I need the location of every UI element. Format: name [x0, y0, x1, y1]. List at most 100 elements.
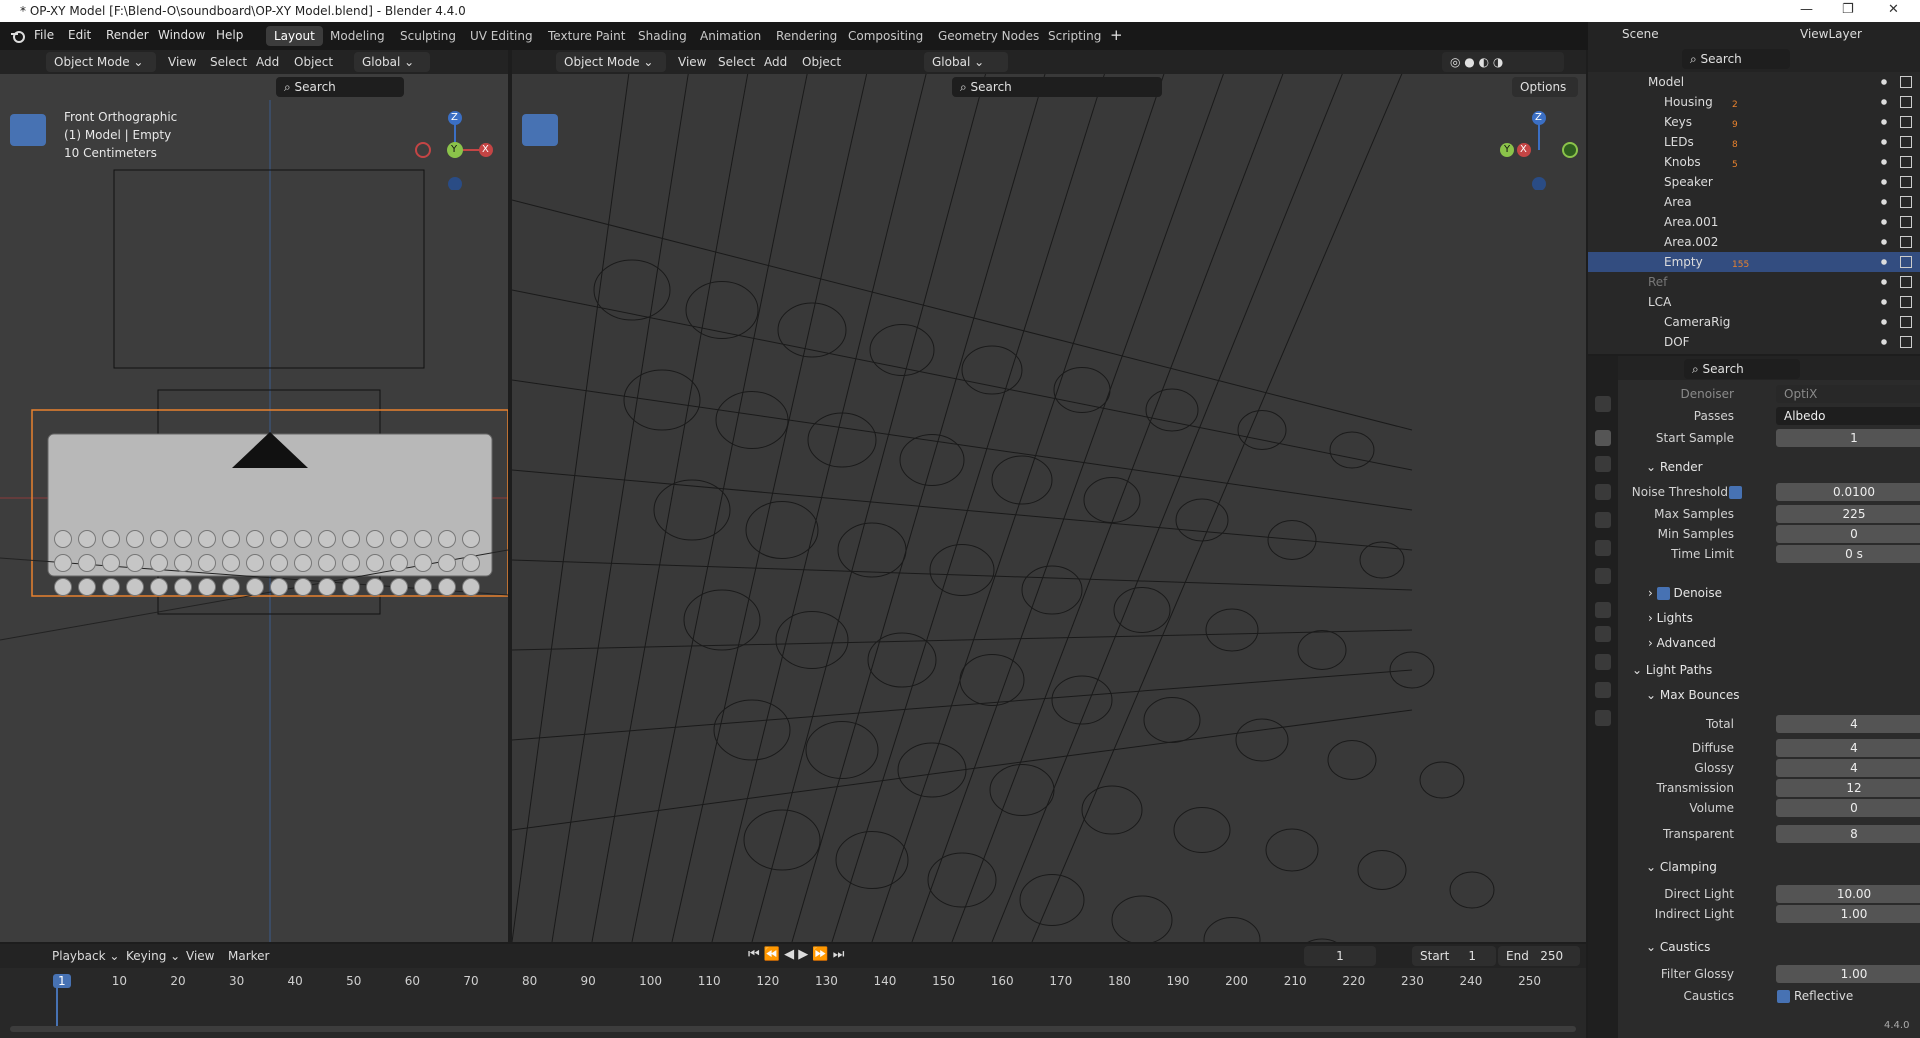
menu-keying[interactable]: Keying ⌄	[126, 949, 180, 963]
data-tab-icon[interactable]	[1595, 710, 1611, 726]
restore-icon[interactable]: ❐	[1842, 2, 1854, 17]
visibility-eye-icon[interactable]	[1878, 156, 1890, 168]
camera-view-icon[interactable]	[472, 252, 496, 276]
render-camera-icon[interactable]	[1900, 136, 1912, 148]
render-camera-icon[interactable]	[1900, 276, 1912, 288]
move-tool-right[interactable]	[522, 188, 558, 220]
min-samples-field[interactable]: 0	[1776, 525, 1920, 543]
tab-compositing[interactable]: Compositing	[840, 26, 931, 46]
visibility-eye-icon[interactable]	[1878, 116, 1890, 128]
advanced-section[interactable]: › Advanced	[1648, 636, 1716, 650]
menu-edit[interactable]: Edit	[68, 28, 91, 42]
playback-controls[interactable]: ⏮ ⏪ ◀ ▶ ⏩ ⏭	[748, 947, 844, 962]
scale-tool[interactable]	[10, 258, 46, 290]
modifiers-tab-icon[interactable]	[1595, 626, 1611, 642]
menu-object-right[interactable]: Object	[802, 55, 841, 69]
menu-playback[interactable]: Playback ⌄	[52, 949, 119, 963]
perspective-toggle-icon[interactable]	[1560, 282, 1584, 306]
select-box-tool-right[interactable]	[522, 114, 558, 146]
tab-scripting[interactable]: Scripting	[1040, 26, 1109, 46]
menu-view-right[interactable]: View	[678, 55, 706, 69]
glossy-field[interactable]: 4	[1776, 759, 1920, 777]
filter-glossy-field[interactable]: 1.00	[1776, 965, 1920, 983]
orientation-select-right[interactable]: Global ⌄	[924, 52, 1008, 72]
outliner-row[interactable]: CameraRig	[1588, 312, 1920, 332]
render-camera-icon[interactable]	[1900, 156, 1912, 168]
render-camera-icon[interactable]	[1900, 316, 1912, 328]
tab-layout[interactable]: Layout	[266, 26, 323, 46]
close-icon[interactable]: ✕	[1888, 2, 1899, 17]
transform-tool[interactable]	[10, 292, 46, 324]
render-camera-icon[interactable]	[1900, 216, 1912, 228]
tab-geometry-nodes[interactable]: Geometry Nodes	[930, 26, 1047, 46]
render-tab-icon[interactable]	[1595, 430, 1611, 446]
rotate-tool-right[interactable]	[522, 222, 558, 254]
zoom-icon-right[interactable]	[1560, 192, 1584, 216]
measure-tool[interactable]	[10, 366, 46, 398]
max-bounces-section[interactable]: ⌄ Max Bounces	[1646, 688, 1740, 702]
indirect-light-field[interactable]: 1.00	[1776, 905, 1920, 923]
start-sample-field[interactable]: 1	[1776, 429, 1920, 447]
outliner-row[interactable]: Area	[1588, 192, 1920, 212]
search-field-right[interactable]: ⌕ Search	[952, 77, 1162, 97]
physics-tab-icon[interactable]	[1595, 654, 1611, 670]
tab-rendering[interactable]: Rendering	[768, 26, 845, 46]
time-limit-field[interactable]: 0 s	[1776, 545, 1920, 563]
view-layer-selector[interactable]: ViewLayer	[1800, 27, 1862, 41]
visibility-eye-icon[interactable]	[1878, 236, 1890, 248]
menu-render[interactable]: Render	[106, 28, 149, 42]
render-camera-icon[interactable]	[1900, 236, 1912, 248]
add-cube-tool-right[interactable]	[522, 406, 558, 438]
transform-tool-right[interactable]	[522, 292, 558, 324]
visibility-eye-icon[interactable]	[1878, 196, 1890, 208]
camera-view-icon-right[interactable]	[1560, 252, 1584, 276]
outliner-row[interactable]: LCA	[1588, 292, 1920, 312]
pan-icon[interactable]	[472, 222, 496, 246]
current-frame-field[interactable]: 1	[1304, 946, 1376, 966]
visibility-eye-icon[interactable]	[1878, 256, 1890, 268]
shading-mode-buttons[interactable]: ◎ ● ◐ ◑	[1442, 52, 1564, 72]
outliner-row[interactable]: Speaker	[1588, 172, 1920, 192]
properties-search[interactable]: ⌕ Search	[1684, 359, 1800, 379]
output-tab-icon[interactable]	[1595, 456, 1611, 472]
transparent-field[interactable]: 8	[1776, 825, 1920, 843]
outliner-row[interactable]: DOF	[1588, 332, 1920, 352]
outliner-row[interactable]: LEDs 8	[1588, 132, 1920, 152]
menu-window[interactable]: Window	[158, 28, 205, 42]
mode-select-right[interactable]: Object Mode ⌄	[556, 52, 666, 72]
collection-tab-icon[interactable]	[1595, 568, 1611, 584]
outliner-row[interactable]: Keys 9	[1588, 112, 1920, 132]
visibility-eye-icon[interactable]	[1878, 176, 1890, 188]
scale-tool-right[interactable]	[522, 258, 558, 290]
select-box-tool[interactable]	[10, 114, 46, 146]
object-tab-icon[interactable]	[1595, 602, 1611, 618]
visibility-eye-icon[interactable]	[1878, 276, 1890, 288]
max-samples-field[interactable]: 225	[1776, 505, 1920, 523]
transmission-field[interactable]: 12	[1776, 779, 1920, 797]
pan-icon-right[interactable]	[1560, 222, 1584, 246]
tab-animation[interactable]: Animation	[692, 26, 769, 46]
tab-sculpting[interactable]: Sculpting	[392, 26, 464, 46]
visibility-eye-icon[interactable]	[1878, 96, 1890, 108]
noise-threshold-checkbox[interactable]	[1729, 486, 1742, 499]
menu-select-right[interactable]: Select	[718, 55, 755, 69]
outliner-row[interactable]: Knobs 5	[1588, 152, 1920, 172]
passes-select[interactable]: Albedo	[1776, 407, 1920, 425]
light-paths-section[interactable]: ⌄ Light Paths	[1632, 663, 1712, 677]
menu-marker[interactable]: Marker	[228, 949, 269, 963]
viewport-left[interactable]: Object Mode ⌄ View Select Add Object Glo…	[0, 50, 508, 942]
minimize-icon[interactable]: —	[1800, 2, 1813, 17]
outliner-row[interactable]: Empty 155	[1588, 252, 1920, 272]
outliner-row[interactable]: Area.001	[1588, 212, 1920, 232]
menu-file[interactable]: File	[34, 28, 54, 42]
render-camera-icon[interactable]	[1900, 256, 1912, 268]
zoom-icon[interactable]	[472, 192, 496, 216]
render-camera-icon[interactable]	[1900, 336, 1912, 348]
menu-view-timeline[interactable]: View	[186, 949, 214, 963]
cursor-tool-right[interactable]	[522, 150, 558, 182]
start-frame-field[interactable]: Start 1	[1412, 946, 1496, 966]
playhead[interactable]	[56, 974, 58, 1026]
viewport-right[interactable]: Object Mode ⌄ View Select Add Object Glo…	[512, 50, 1586, 942]
outliner-row[interactable]: Model	[1588, 72, 1920, 92]
end-frame-field[interactable]: End 250	[1498, 946, 1580, 966]
